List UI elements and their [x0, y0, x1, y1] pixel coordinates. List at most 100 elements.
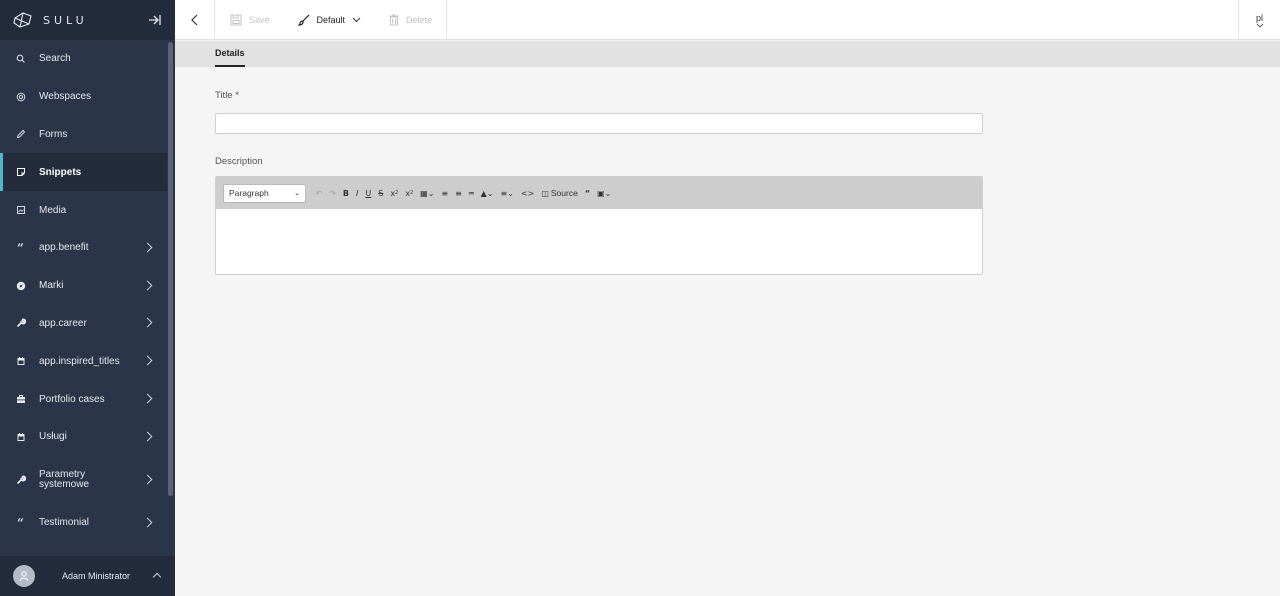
sidebar-item-label: Webspaces [39, 91, 92, 103]
tabs-bar: Details [175, 41, 1280, 67]
logo-text: SULU [43, 13, 88, 27]
chevron-right-icon [142, 318, 153, 328]
sidebar-item-label: Forms [39, 128, 68, 140]
collapse-sidebar-icon[interactable] [147, 12, 163, 28]
editor-content[interactable] [216, 209, 982, 274]
sidebar-item-media[interactable]: Media [0, 191, 167, 229]
description-editor: Paragraph ⌄ ↶ ↷ B I U S x2 x2 ▦⌄ ≡ ≡ ═ ▲… [215, 176, 983, 275]
horizontal-line-icon[interactable]: ═ [469, 184, 474, 203]
blockquote-icon[interactable]: “ [585, 184, 590, 203]
search-icon [15, 53, 26, 64]
wrench-icon [15, 474, 26, 485]
save-icon [230, 14, 242, 26]
delete-button[interactable]: Delete [389, 14, 432, 26]
back-button[interactable] [175, 0, 215, 40]
snippet-icon [15, 167, 26, 178]
scrollbar-thumb[interactable] [168, 42, 173, 496]
user-menu[interactable]: Adam Ministrator [0, 556, 175, 596]
chevron-left-icon [190, 14, 197, 26]
title-input[interactable] [215, 113, 983, 134]
user-icon [19, 571, 29, 582]
heading-select[interactable]: Paragraph ⌄ [223, 183, 306, 203]
sidebar-item-label: Search [39, 53, 71, 65]
tab-details[interactable]: Details [215, 41, 245, 67]
save-button[interactable]: Save [230, 14, 270, 26]
sidebar: SULU Search Webspaces Forms Snippets Med… [0, 0, 175, 596]
calendar-icon [15, 356, 26, 367]
align-icon[interactable]: ≡⌄ [501, 184, 514, 203]
sidebar-item-parametry-systemowe[interactable]: Parametry systemowe [0, 456, 167, 504]
toolbar-actions: Save Default Delete [216, 0, 448, 40]
delete-label: Delete [406, 15, 433, 25]
sidebar-item-uslugi[interactable]: Usługi [0, 418, 167, 456]
chevron-right-icon [142, 517, 153, 528]
sidebar-item-label: Snippets [39, 166, 82, 178]
trash-icon [389, 14, 399, 26]
avatar [13, 565, 35, 587]
template-select[interactable]: Default [297, 14, 362, 26]
sulu-logo-icon [13, 12, 32, 28]
chevron-up-icon [152, 572, 162, 582]
sidebar-nav: Search Webspaces Forms Snippets Media “ … [0, 40, 167, 542]
sidebar-item-testimonial[interactable]: “ Testimonial [0, 504, 167, 542]
globe-icon [15, 91, 26, 102]
strikethrough-icon[interactable]: S [378, 184, 383, 203]
chevron-right-icon [142, 431, 153, 442]
heading-select-value: Paragraph [229, 188, 269, 198]
sidebar-item-label: Parametry systemowe [39, 468, 90, 490]
chevron-right-icon [142, 474, 153, 485]
sidebar-header: SULU [0, 0, 175, 40]
sidebar-item-label: Testimonial [39, 517, 90, 529]
sidebar-item-portfolio-cases[interactable]: Portfolio cases [0, 380, 167, 418]
snippet-form: Title * Description Paragraph ⌄ ↶ ↷ B I … [215, 90, 983, 275]
numbered-list-icon[interactable]: ≡ [455, 184, 462, 203]
sidebar-item-app-benefit[interactable]: “ app.benefit [0, 229, 167, 267]
description-label: Description [215, 156, 263, 167]
redo-icon[interactable]: ↷ [329, 184, 336, 203]
sidebar-item-label: app.benefit [39, 242, 89, 254]
bold-icon[interactable]: B [343, 184, 349, 203]
italic-icon[interactable]: I [356, 184, 358, 203]
chevron-down-icon [352, 17, 361, 23]
undo-icon[interactable]: ↶ [316, 184, 323, 203]
user-name: Adam Ministrator [62, 571, 131, 581]
underline-icon[interactable]: U [365, 184, 371, 203]
chevron-right-icon [142, 280, 153, 291]
sidebar-item-app-career[interactable]: app.career [0, 305, 167, 343]
superscript-icon[interactable]: x2 [405, 184, 413, 203]
brush-icon [297, 14, 310, 26]
source-button[interactable]: ◫ Source [541, 184, 578, 203]
sidebar-item-label: Portfolio cases [39, 393, 105, 405]
sidebar-item-label: app.career [39, 317, 87, 329]
bulleted-list-icon[interactable]: ≡ [441, 184, 448, 203]
locale-select[interactable]: pl [1238, 0, 1280, 40]
sidebar-scrollbar[interactable] [167, 40, 175, 556]
chevron-down-icon: ⌄ [294, 190, 300, 197]
code-icon[interactable]: <> [521, 184, 534, 203]
wrench-icon [15, 318, 26, 329]
save-label: Save [249, 15, 270, 25]
sidebar-item-webspaces[interactable]: Webspaces [0, 78, 167, 116]
editor-toolbar: Paragraph ⌄ ↶ ↷ B I U S x2 x2 ▦⌄ ≡ ≡ ═ ▲… [216, 177, 982, 209]
sidebar-item-marki[interactable]: Marki [0, 267, 167, 305]
chevron-right-icon [142, 355, 153, 366]
template-label: Default [316, 15, 346, 25]
sidebar-item-app-inspired-titles[interactable]: app.inspired_titles [0, 342, 167, 380]
sidebar-item-snippets[interactable]: Snippets [0, 153, 167, 192]
briefcase-icon [15, 394, 26, 405]
locale-label: pl [1255, 12, 1263, 23]
sidebar-item-search[interactable]: Search [0, 40, 167, 78]
calendar-icon [15, 431, 26, 442]
chevron-down-icon [1256, 23, 1263, 28]
pencil-icon [15, 129, 26, 140]
internal-link-icon[interactable]: ▣⌄ [597, 184, 611, 203]
compass-icon [15, 280, 26, 291]
quote-icon: “ [17, 515, 24, 530]
sidebar-item-forms[interactable]: Forms [0, 116, 167, 154]
subscript-icon[interactable]: x2 [390, 184, 398, 203]
media-icon [15, 205, 26, 216]
sulu-logo[interactable]: SULU [13, 12, 88, 28]
sidebar-item-label: Usługi [39, 431, 67, 443]
table-icon[interactable]: ▦⌄ [420, 184, 434, 203]
text-color-icon[interactable]: ▲⌄ [481, 184, 494, 203]
